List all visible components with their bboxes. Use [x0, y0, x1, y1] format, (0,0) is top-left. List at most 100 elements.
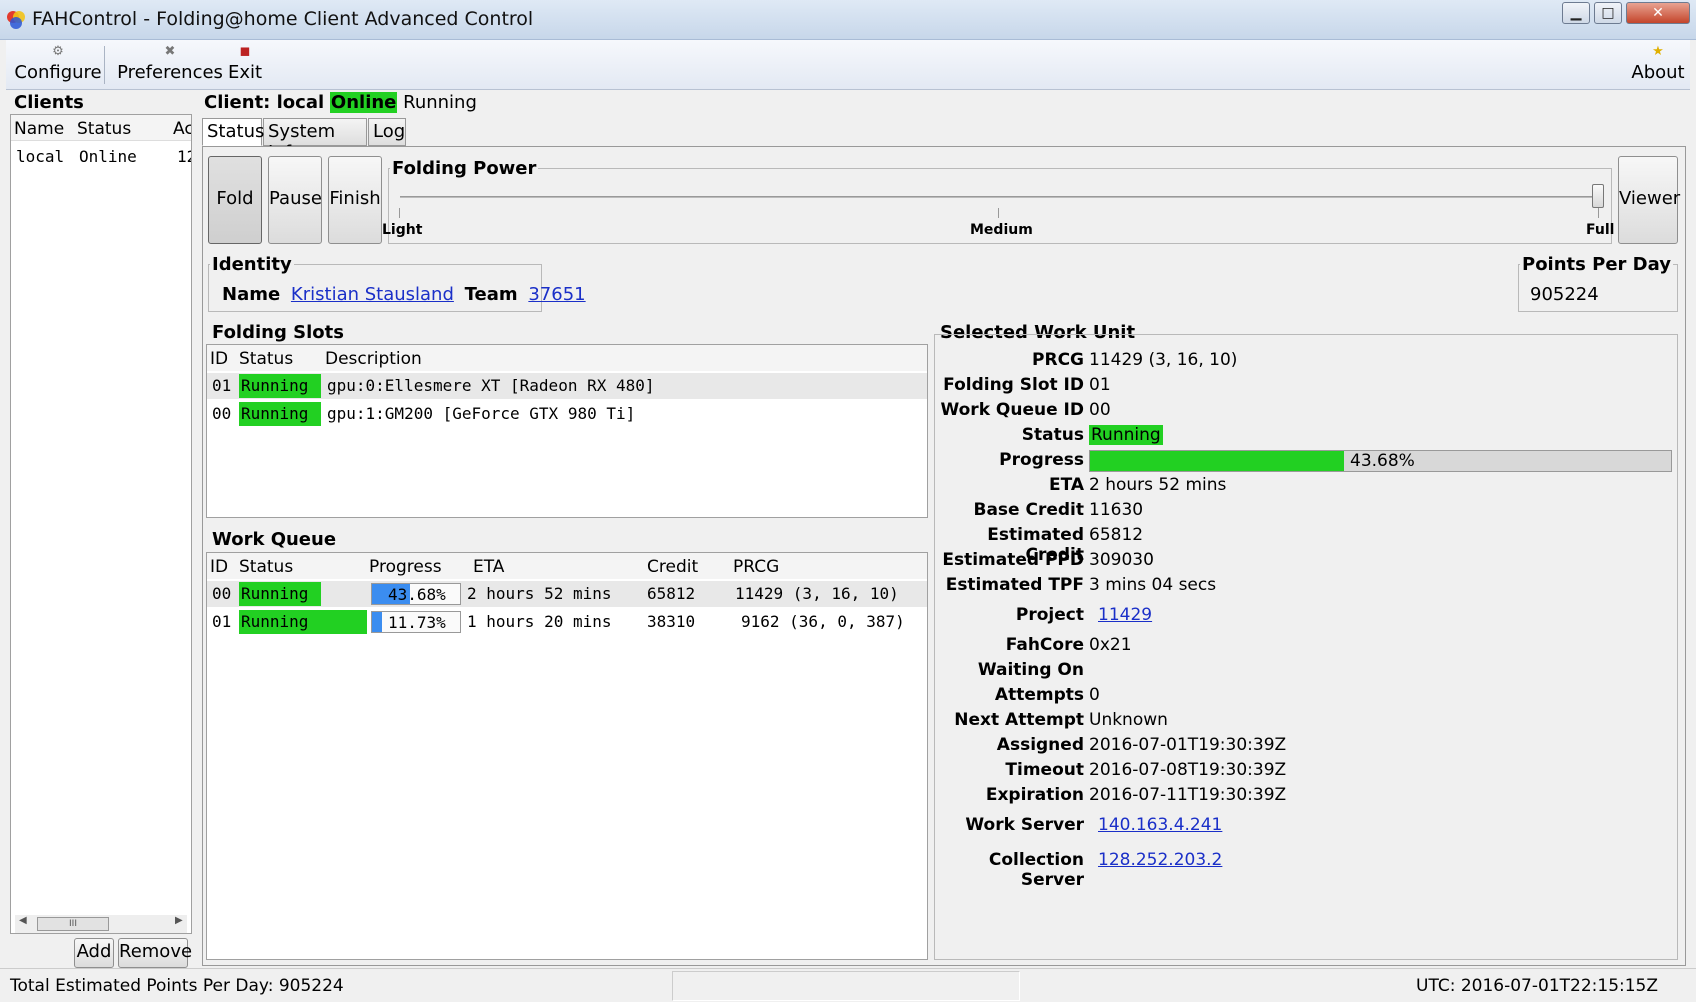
wq-progress-bar: 11.73%: [371, 611, 461, 633]
wq-header-credit[interactable]: Credit: [647, 557, 698, 577]
total-ppd-status: Total Estimated Points Per Day: 905224: [10, 976, 344, 996]
close-button[interactable]: ✕: [1626, 2, 1690, 24]
wq-header-progress[interactable]: Progress: [369, 557, 442, 577]
ppd-title: Points Per Day: [1520, 254, 1673, 275]
client-online-badge: Online: [329, 92, 398, 113]
wu-value-estimated-tpf: 3 mins 04 secs: [1089, 575, 1217, 595]
wu-label-attempts: Attempts: [994, 685, 1084, 705]
window-title: FAHControl - Folding@home Client Advance…: [32, 8, 534, 30]
scroll-left-icon[interactable]: ◀: [19, 915, 27, 926]
wu-label-next-attempt: Next Attempt: [954, 710, 1084, 730]
slots-header-description[interactable]: Description: [325, 349, 422, 369]
maximize-button[interactable]: □: [1594, 2, 1622, 24]
toolbar: ⚙ Configure ✖ Preferences ◼ Exit ★ About: [6, 40, 1690, 90]
wu-progress-text: 43.68%: [1350, 451, 1415, 471]
clients-header-ac[interactable]: Ac: [173, 119, 191, 139]
add-client-button[interactable]: Add: [74, 938, 114, 968]
folding-slots-title: Folding Slots: [210, 322, 346, 343]
wu-value-next-attempt: Unknown: [1089, 710, 1168, 730]
wu-label-work-queue-id: Work Queue ID: [940, 400, 1084, 420]
slots-header-status[interactable]: Status: [239, 349, 293, 369]
clients-scrollbar[interactable]: ◀ III ▶: [15, 915, 187, 933]
work-queue-title: Work Queue: [210, 529, 339, 550]
scroll-right-icon[interactable]: ▶: [175, 915, 183, 926]
identity-title: Identity: [210, 254, 294, 275]
wu-label-estimated-tpf: Estimated TPF: [945, 575, 1084, 595]
wu-value-work-server[interactable]: 140.163.4.241: [1098, 815, 1222, 835]
status-bar-section: [672, 971, 1020, 1001]
wu-label-progress: Progress: [999, 450, 1084, 470]
wu-label-work-server: Work Server: [965, 815, 1084, 835]
work-queue-table: ID Status Progress ETA Credit PRCG 00 Ru…: [206, 552, 928, 960]
configure-label: Configure: [14, 62, 102, 83]
wu-label-waiting-on: Waiting On: [977, 660, 1084, 680]
wu-value-fahcore: 0x21: [1089, 635, 1132, 655]
client-row[interactable]: local Online 12: [11, 145, 191, 169]
wq-progress-fill: [372, 612, 383, 632]
configure-icon: ⚙: [52, 44, 64, 59]
wu-label-status: Status: [1021, 425, 1084, 445]
client-running-status: Running: [403, 92, 477, 113]
preferences-label: Preferences: [117, 62, 223, 83]
minimize-button[interactable]: ▁: [1562, 2, 1590, 24]
wu-label-timeout: Timeout: [1005, 760, 1084, 780]
wu-label-assigned: Assigned: [996, 735, 1084, 755]
wu-value-folding-slot-id: 01: [1089, 375, 1111, 395]
exit-button[interactable]: ◼ Exit: [222, 40, 268, 90]
wu-label-expiration: Expiration: [985, 785, 1084, 805]
tab-system-info[interactable]: System Info: [263, 118, 367, 163]
wu-value-collection-server[interactable]: 128.252.203.2: [1098, 850, 1222, 870]
tab-status[interactable]: Status: [202, 118, 264, 146]
wu-value-project[interactable]: 11429: [1098, 605, 1152, 625]
wq-header-prcg[interactable]: PRCG: [733, 557, 779, 577]
utc-time-status: UTC: 2016-07-01T22:15:15Z: [1416, 976, 1659, 996]
table-row[interactable]: 01 Running gpu:0:Ellesmere XT [Radeon RX…: [207, 373, 927, 399]
preferences-button[interactable]: ✖ Preferences: [112, 40, 228, 90]
tab-log[interactable]: Log: [368, 118, 406, 146]
folding-power-slider-thumb[interactable]: [1592, 184, 1604, 208]
client-header: Client: local Online Running: [204, 92, 477, 113]
title-bar: FAHControl - Folding@home Client Advance…: [0, 0, 1696, 40]
wu-label-collection-server: Collection Server: [988, 850, 1084, 890]
status-badge: Running: [239, 402, 321, 426]
clients-header-name[interactable]: Name: [14, 119, 64, 139]
finish-button[interactable]: Finish: [328, 156, 382, 244]
identity-name-label: Name: [222, 284, 281, 305]
slots-header-id[interactable]: ID: [210, 349, 228, 369]
table-row[interactable]: 00 Running 43.68% 2 hours 52 mins 65812 …: [207, 581, 927, 607]
folding-power-slider-track[interactable]: [400, 196, 1604, 198]
client-name: Client: local: [204, 92, 325, 113]
about-button[interactable]: ★ About: [1628, 40, 1688, 90]
star-icon: ★: [1652, 44, 1664, 59]
status-badge: Running: [239, 610, 367, 634]
wu-label-folding-slot-id: Folding Slot ID: [943, 375, 1084, 395]
scroll-thumb[interactable]: III: [37, 917, 109, 931]
remove-client-button[interactable]: Remove: [118, 938, 192, 968]
wu-value-status: Running: [1089, 425, 1163, 445]
folding-slots-table: ID Status Description 01 Running gpu:0:E…: [206, 344, 928, 518]
exit-icon: ◼: [239, 44, 251, 59]
identity-name-link[interactable]: Kristian Stausland: [291, 284, 454, 305]
identity-team-link[interactable]: 37651: [528, 284, 585, 305]
wq-header-id[interactable]: ID: [210, 557, 228, 577]
wu-label-project: Project: [1015, 605, 1084, 625]
wq-header-eta[interactable]: ETA: [473, 557, 504, 577]
wu-progress-fill: [1090, 451, 1344, 471]
folding-power-medium: Medium: [970, 222, 1033, 238]
exit-label: Exit: [227, 62, 263, 83]
wu-value-prcg: 11429 (3, 16, 10): [1089, 350, 1238, 370]
table-row[interactable]: 01 Running 11.73% 1 hours 20 mins 38310 …: [207, 609, 927, 635]
folding-power-light: Light: [382, 222, 423, 238]
fold-button[interactable]: Fold: [208, 156, 262, 244]
pause-button[interactable]: Pause: [268, 156, 322, 244]
wu-value-timeout: 2016-07-08T19:30:39Z: [1089, 760, 1287, 780]
clients-header-status[interactable]: Status: [77, 119, 131, 139]
table-row[interactable]: 00 Running gpu:1:GM200 [GeForce GTX 980 …: [207, 401, 927, 427]
viewer-button[interactable]: Viewer: [1618, 156, 1680, 244]
wu-label-base-credit: Base Credit: [973, 500, 1084, 520]
identity-row: Name Kristian Stausland Team 37651: [222, 284, 586, 305]
preferences-icon: ✖: [164, 44, 176, 59]
wq-header-status[interactable]: Status: [239, 557, 293, 577]
configure-button[interactable]: ⚙ Configure: [12, 40, 104, 90]
wu-value-estimated-credit: 65812: [1089, 525, 1144, 545]
